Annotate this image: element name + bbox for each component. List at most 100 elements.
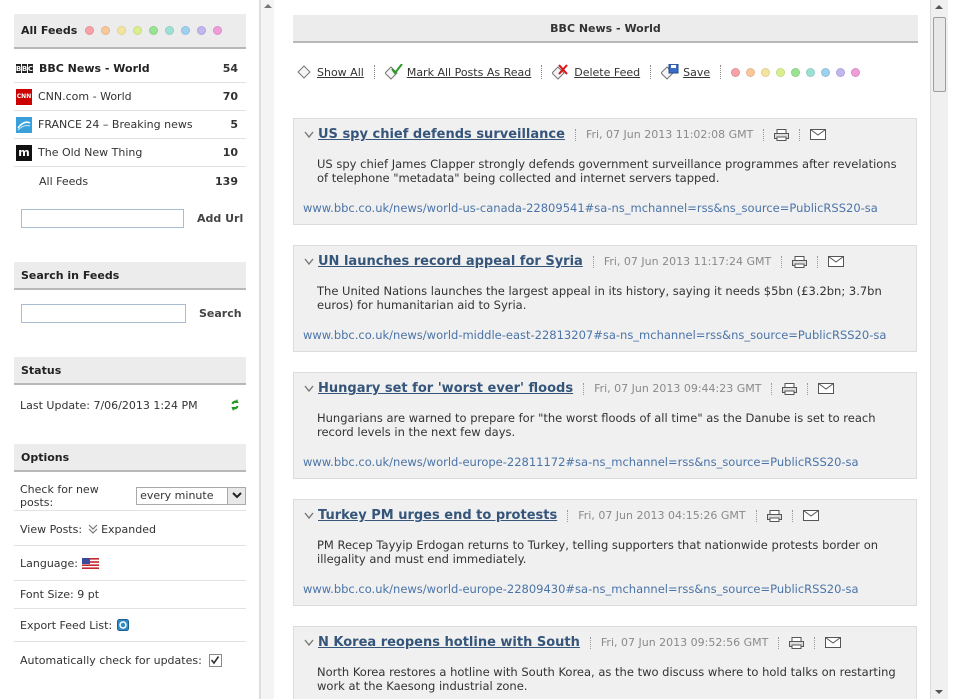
print-icon[interactable]: [792, 255, 808, 268]
separator: [583, 382, 585, 395]
main-content: BBC News - World Show All Mark All Posts…: [275, 0, 930, 699]
font-size-row[interactable]: Font Size: 9 pt: [14, 581, 246, 609]
post-link[interactable]: www.bbc.co.uk/news/world-middle-east-228…: [303, 328, 886, 342]
separator: [589, 636, 591, 649]
collapse-chevron-icon[interactable]: [304, 512, 314, 520]
search-button[interactable]: Search: [199, 307, 242, 320]
feed-item-all-feeds[interactable]: All Feeds 139: [14, 167, 246, 195]
feeds-header-title: All Feeds: [21, 24, 78, 37]
check-interval-select[interactable]: every minute: [136, 486, 246, 505]
post-date: Fri, 07 Jun 2013 11:02:08 GMT: [585, 128, 754, 141]
language-label: Language:: [20, 556, 78, 570]
email-icon[interactable]: [825, 637, 842, 648]
svg-text:C: C: [28, 65, 33, 73]
color-dot[interactable]: [746, 67, 756, 77]
color-dot[interactable]: [165, 26, 175, 35]
post-title[interactable]: N Korea reopens hotline with South: [318, 635, 580, 650]
feed-item-bbc[interactable]: BBC BBC News - World 54: [14, 55, 246, 83]
auto-update-checkbox[interactable]: [208, 653, 222, 667]
color-dot[interactable]: [731, 67, 741, 77]
color-dot[interactable]: [791, 67, 801, 77]
color-dot[interactable]: [117, 26, 127, 35]
add-url-button[interactable]: Add Url: [197, 212, 243, 225]
color-dot[interactable]: [85, 26, 95, 35]
scroll-thumb[interactable]: [933, 17, 946, 92]
color-dot[interactable]: [197, 26, 207, 35]
delete-icon: [552, 64, 570, 80]
scroll-up-arrow-icon[interactable]: [935, 5, 943, 9]
separator: [817, 255, 819, 268]
post-link[interactable]: www.bbc.co.uk/news/world-europe-22811172…: [303, 455, 859, 469]
show-all-button[interactable]: Show All: [297, 65, 364, 79]
post-description: US spy chief James Clapper strongly defe…: [317, 157, 897, 185]
color-dot[interactable]: [851, 67, 861, 77]
email-icon[interactable]: [802, 510, 819, 521]
email-icon[interactable]: [818, 383, 835, 394]
export-label: Export Feed List:: [20, 618, 113, 632]
view-posts-toggle[interactable]: Expanded: [88, 523, 156, 536]
scroll-down-arrow-icon[interactable]: [935, 690, 943, 694]
color-dot[interactable]: [806, 67, 816, 77]
sidebar-scrollbar[interactable]: [260, 0, 274, 699]
post-date: Fri, 07 Jun 2013 09:52:56 GMT: [600, 636, 769, 649]
color-filter-dots: [85, 26, 223, 35]
collapse-chevron-icon[interactable]: [304, 385, 314, 393]
cnn-logo-icon: CNN: [16, 88, 32, 105]
search-input[interactable]: [21, 304, 186, 323]
separator: [567, 509, 569, 522]
color-dot[interactable]: [761, 67, 771, 77]
scroll-up-arrow-icon[interactable]: [264, 4, 272, 8]
toolbar-color-dots[interactable]: [731, 67, 861, 77]
post-item: UN launches record appeal for Syria Fri,…: [293, 245, 917, 352]
view-posts-row: View Posts: Expanded: [14, 513, 246, 546]
post-description: North Korea restores a hotline with Sout…: [317, 665, 896, 693]
main-scrollbar[interactable]: [930, 0, 948, 699]
check-interval-label: Check for new posts:: [20, 482, 99, 509]
feed-item-france24[interactable]: FRANCE 24 – Breaking news 5: [14, 111, 246, 139]
print-icon[interactable]: [782, 382, 798, 395]
color-dot[interactable]: [133, 26, 143, 35]
add-url-input[interactable]: [21, 209, 184, 228]
us-flag-icon[interactable]: [82, 557, 99, 569]
color-dot[interactable]: [776, 67, 786, 77]
print-icon[interactable]: [766, 509, 782, 522]
color-dot[interactable]: [836, 67, 846, 77]
post-description: The United Nations launches the largest …: [317, 284, 882, 312]
post-date: Fri, 07 Jun 2013 09:44:23 GMT: [594, 382, 762, 395]
export-icon[interactable]: [117, 619, 130, 631]
feed-toolbar: Show All Mark All Posts As Read Delete F…: [297, 60, 917, 84]
search-panel-header: Search in Feeds: [14, 262, 246, 290]
print-icon[interactable]: [774, 128, 790, 141]
language-row: Language:: [14, 546, 246, 581]
mark-all-read-button[interactable]: Mark All Posts As Read: [384, 64, 531, 80]
collapse-chevron-icon[interactable]: [304, 258, 314, 266]
email-icon[interactable]: [828, 256, 845, 267]
refresh-icon[interactable]: [231, 399, 239, 411]
color-dot[interactable]: [149, 26, 159, 35]
chevron-down-icon: [227, 487, 245, 504]
color-dot[interactable]: [181, 26, 191, 35]
post-link[interactable]: www.bbc.co.uk/news/world-us-canada-22809…: [303, 201, 878, 215]
post-title[interactable]: US spy chief defends surveillance: [318, 127, 565, 142]
toolbar-separator: [720, 65, 722, 79]
feed-count: 10: [222, 146, 238, 159]
color-dot[interactable]: [101, 26, 111, 35]
save-label: Save: [683, 65, 711, 79]
print-icon[interactable]: [789, 636, 805, 649]
save-button[interactable]: Save: [661, 64, 710, 80]
feed-item-cnn[interactable]: CNN CNN.com - World 70: [14, 83, 246, 111]
color-dot[interactable]: [821, 67, 831, 77]
post-header: US spy chief defends surveillance Fri, 0…: [304, 127, 827, 142]
post-link[interactable]: www.bbc.co.uk/news/world-europe-22809430…: [303, 582, 859, 596]
post-item: US spy chief defends surveillance Fri, 0…: [293, 118, 917, 225]
color-dot[interactable]: [213, 26, 223, 35]
post-title[interactable]: UN launches record appeal for Syria: [318, 254, 583, 269]
collapse-chevron-icon[interactable]: [304, 131, 314, 139]
post-title[interactable]: Turkey PM urges end to protests: [318, 508, 557, 523]
email-icon[interactable]: [810, 129, 827, 140]
collapse-chevron-icon[interactable]: [304, 639, 314, 647]
post-description: Hungarians are warned to prepare for "th…: [317, 411, 876, 439]
feed-item-oldnewthing[interactable]: m The Old New Thing 10: [14, 139, 246, 167]
post-title[interactable]: Hungary set for 'worst ever' floods: [318, 381, 573, 396]
delete-feed-button[interactable]: Delete Feed: [552, 64, 640, 80]
